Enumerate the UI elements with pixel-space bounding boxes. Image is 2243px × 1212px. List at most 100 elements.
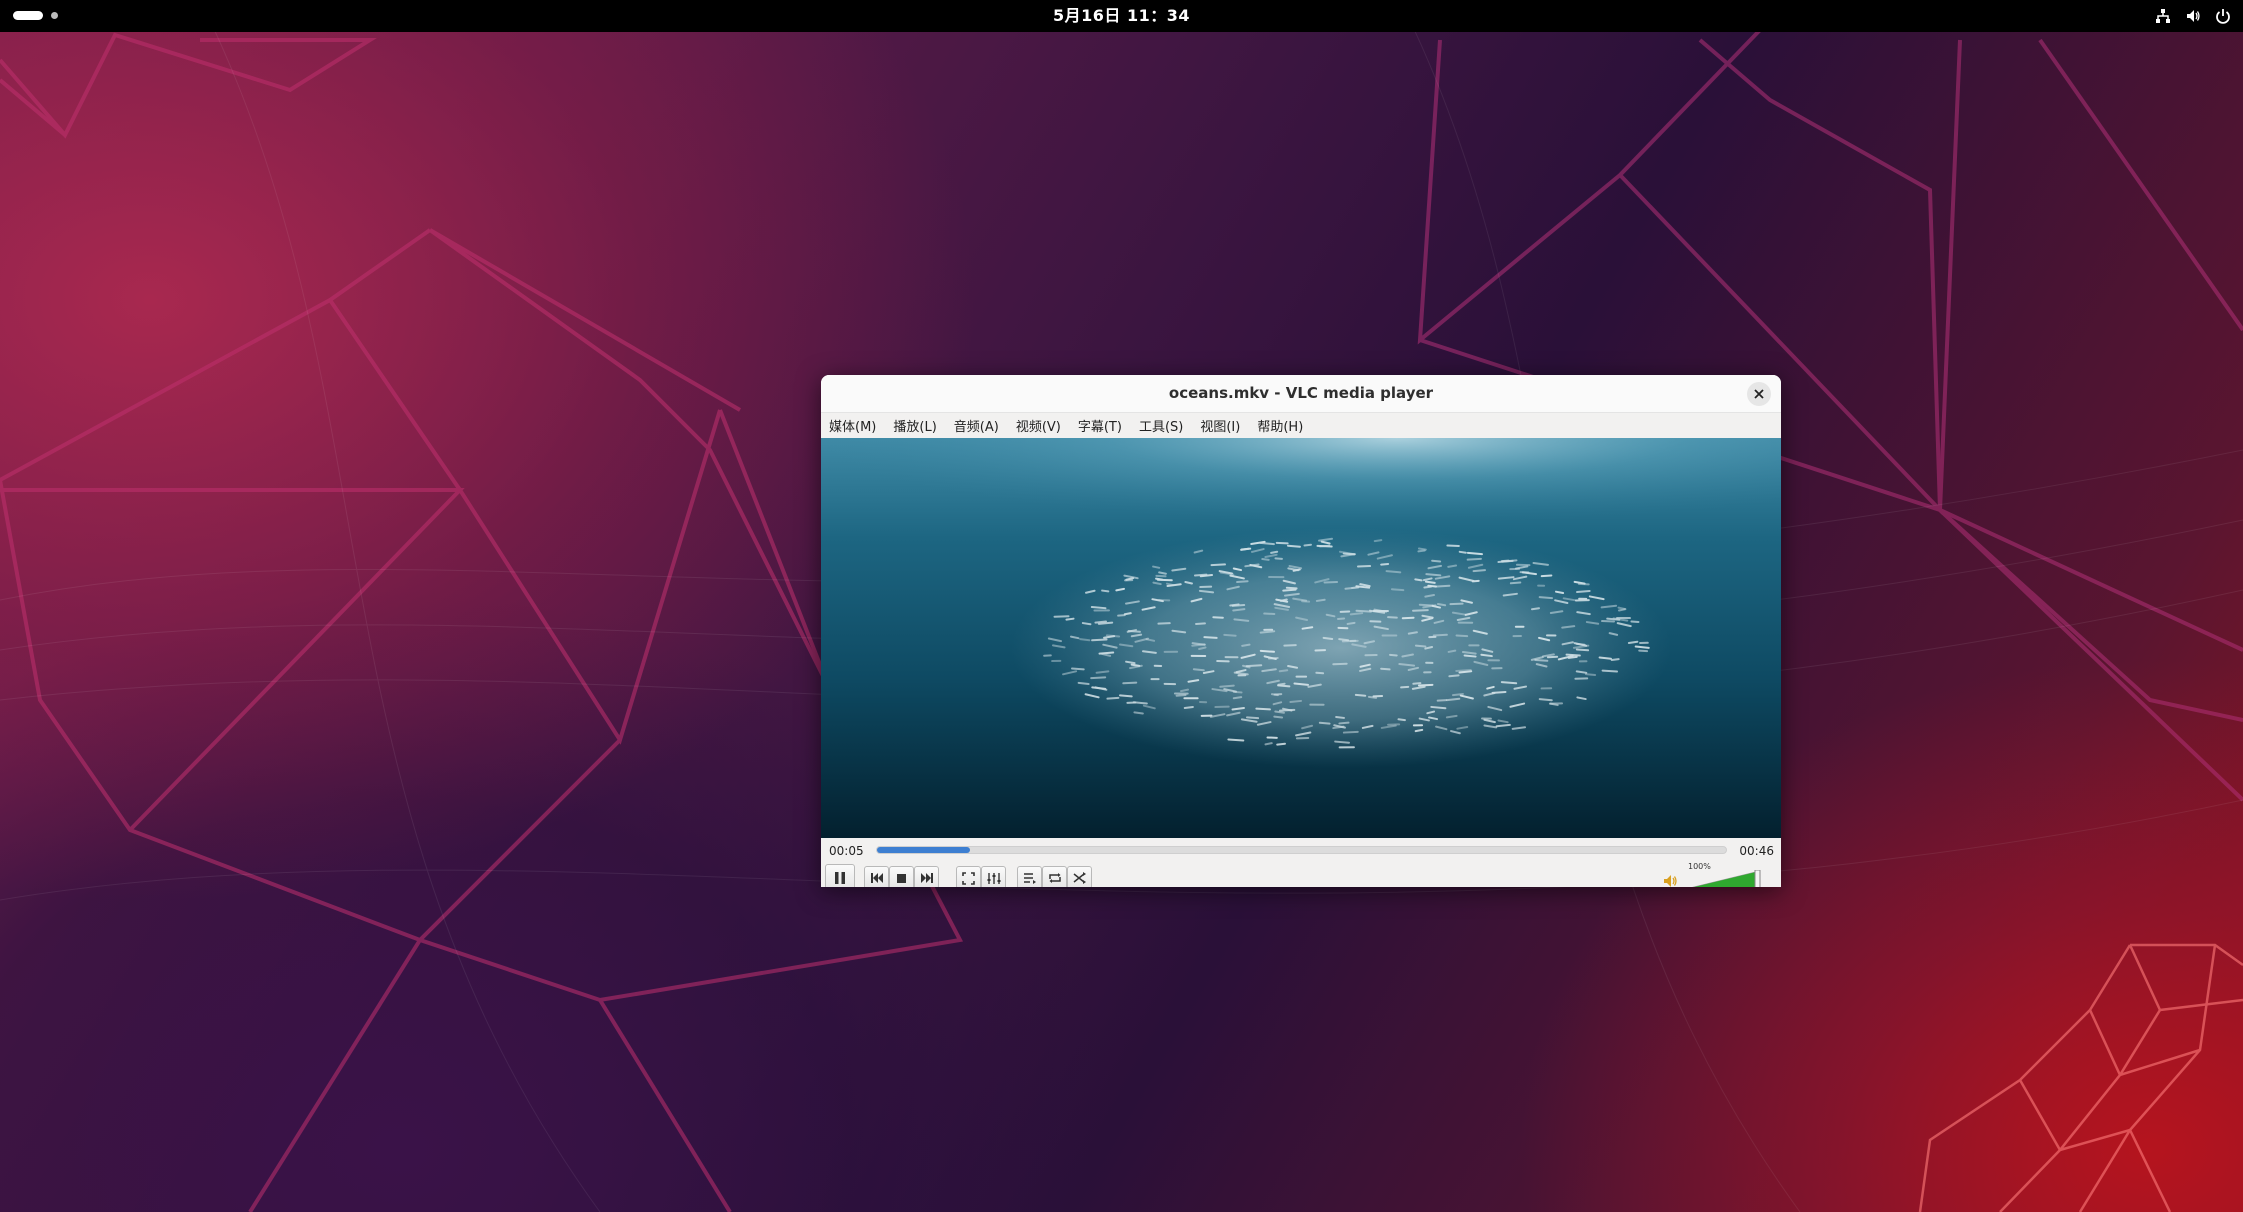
fish (1241, 643, 1251, 647)
close-icon (1754, 389, 1764, 399)
menu-media[interactable]: 媒体(M) (829, 416, 876, 435)
fish (1584, 673, 1597, 677)
fish (1380, 562, 1390, 566)
fish (1463, 654, 1477, 658)
equalizer-icon (987, 872, 1000, 884)
fish (1448, 674, 1460, 678)
fish (1455, 669, 1472, 672)
fish (1319, 544, 1331, 548)
stop-button[interactable] (889, 866, 914, 887)
fish (1530, 607, 1541, 611)
title-bar[interactable]: oceans.mkv - VLC media player (821, 375, 1781, 413)
fish (1354, 693, 1367, 697)
fullscreen-button[interactable] (956, 866, 981, 887)
pause-icon (835, 871, 845, 884)
fish (1414, 644, 1427, 648)
shuffle-icon (1073, 872, 1086, 884)
fish (1455, 634, 1469, 638)
fish (1480, 653, 1493, 658)
fish (1232, 696, 1243, 700)
fish (1407, 631, 1418, 635)
vlc-window[interactable]: oceans.mkv - VLC media player 媒体(M) 播放(L… (821, 375, 1781, 887)
fish (1417, 683, 1434, 687)
fish (1192, 668, 1205, 672)
fish (1274, 710, 1285, 714)
seek-bar[interactable] (876, 846, 1727, 854)
seek-progress (877, 847, 971, 853)
fish (1431, 559, 1442, 563)
fish (1346, 621, 1356, 625)
previous-button[interactable] (864, 866, 889, 887)
next-button[interactable] (914, 866, 939, 887)
fullscreen-icon (962, 871, 975, 885)
system-tray[interactable] (2155, 0, 2231, 32)
fish (1090, 606, 1107, 610)
menu-help[interactable]: 帮助(H) (1257, 416, 1303, 435)
fish (1389, 653, 1398, 657)
fish (1617, 606, 1626, 610)
fish (1534, 659, 1549, 662)
video-area[interactable] (821, 438, 1781, 838)
fish (1390, 588, 1405, 592)
fish (1577, 582, 1590, 586)
fish (1274, 557, 1283, 560)
pause-button[interactable] (825, 864, 855, 887)
fish (1397, 718, 1406, 722)
fish (1223, 633, 1237, 637)
power-icon[interactable] (2215, 8, 2231, 24)
fish (1434, 584, 1451, 588)
menu-audio[interactable]: 音频(A) (954, 416, 999, 435)
fish (1212, 616, 1224, 619)
fish (1425, 573, 1442, 577)
fish (1191, 643, 1206, 647)
fish (1598, 656, 1612, 660)
fish (1101, 589, 1110, 593)
clock[interactable]: 5月16日 11：34 (0, 0, 2243, 32)
fish (1152, 565, 1161, 569)
fish (1227, 738, 1245, 742)
fish (1255, 707, 1271, 711)
fish (1259, 649, 1275, 653)
menu-subtitle[interactable]: 字幕(T) (1078, 416, 1122, 435)
fish (1385, 570, 1402, 574)
close-button[interactable] (1747, 382, 1771, 406)
fish (1576, 589, 1591, 594)
extended-settings-button[interactable] (981, 866, 1006, 887)
fish (1427, 584, 1438, 588)
fish (1373, 539, 1383, 543)
fish (1538, 698, 1553, 702)
playlist-button[interactable] (1017, 866, 1042, 887)
fish (1424, 580, 1436, 584)
fish (1165, 582, 1175, 587)
shuffle-button[interactable] (1067, 866, 1092, 887)
fish (1601, 669, 1618, 673)
volume-icon[interactable] (2185, 8, 2201, 24)
network-icon[interactable] (2155, 8, 2171, 24)
fish (1122, 681, 1138, 685)
fish (1491, 690, 1507, 694)
fish (1157, 622, 1171, 625)
menu-playback[interactable]: 播放(L) (893, 416, 936, 435)
menu-view[interactable]: 视图(I) (1200, 416, 1240, 435)
menu-tools[interactable]: 工具(S) (1139, 416, 1183, 435)
loop-icon (1048, 873, 1061, 883)
volume-slider[interactable] (1685, 870, 1763, 887)
fish (1412, 609, 1429, 612)
fish (1432, 633, 1448, 637)
menu-video[interactable]: 视频(V) (1016, 416, 1061, 435)
speaker-icon[interactable] (1663, 874, 1679, 887)
fish (1338, 638, 1350, 642)
fish (1380, 667, 1391, 671)
fish (1355, 609, 1372, 613)
fish (1098, 651, 1115, 655)
fish (1436, 603, 1447, 607)
fish (1155, 577, 1164, 581)
fish (1634, 645, 1650, 649)
fish (1418, 603, 1434, 607)
fish (1495, 723, 1511, 728)
fish (1334, 740, 1350, 744)
fish (1245, 716, 1260, 720)
fish (1065, 617, 1075, 621)
fish (1500, 559, 1510, 563)
loop-button[interactable] (1042, 866, 1067, 887)
